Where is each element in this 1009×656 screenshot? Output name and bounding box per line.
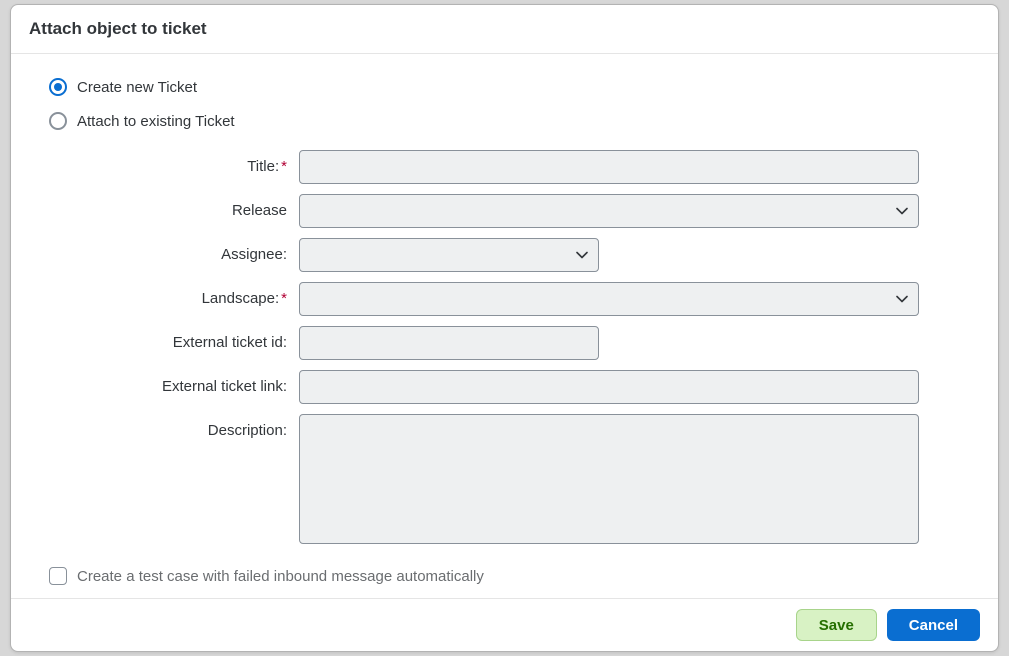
label-landscape-text: Landscape: bbox=[202, 290, 280, 307]
label-assignee: Assignee: bbox=[49, 238, 299, 263]
label-title-text: Title: bbox=[247, 158, 279, 175]
checkbox-auto-testcase-label: Create a test case with failed inbound m… bbox=[77, 568, 484, 585]
row-assignee: Assignee: bbox=[49, 238, 960, 272]
label-external-id: External ticket id: bbox=[49, 326, 299, 351]
release-select[interactable] bbox=[299, 194, 919, 228]
row-description: Description: bbox=[49, 414, 960, 547]
radio-button-icon bbox=[49, 112, 67, 130]
control-release bbox=[299, 194, 919, 228]
control-landscape bbox=[299, 282, 919, 316]
dialog-header: Attach object to ticket bbox=[11, 5, 998, 54]
label-description: Description: bbox=[49, 414, 299, 439]
dialog-body: Create new Ticket Attach to existing Tic… bbox=[11, 54, 998, 598]
row-title: Title:* bbox=[49, 150, 960, 184]
save-button-label: Save bbox=[819, 617, 854, 634]
checkbox-auto-testcase[interactable]: Create a test case with failed inbound m… bbox=[49, 567, 960, 585]
row-external-id: External ticket id: bbox=[49, 326, 960, 360]
external-link-input[interactable] bbox=[299, 370, 919, 404]
label-external-link: External ticket link: bbox=[49, 370, 299, 395]
row-external-link: External ticket link: bbox=[49, 370, 960, 404]
cancel-button-label: Cancel bbox=[909, 617, 958, 634]
assignee-select[interactable] bbox=[299, 238, 599, 272]
chevron-down-icon bbox=[576, 249, 588, 261]
radio-attach-existing-label: Attach to existing Ticket bbox=[77, 113, 235, 130]
attach-object-dialog: Attach object to ticket Create new Ticke… bbox=[10, 4, 999, 652]
label-release: Release bbox=[49, 194, 299, 219]
dialog-footer: Save Cancel bbox=[11, 598, 998, 651]
title-input[interactable] bbox=[299, 150, 919, 184]
control-description bbox=[299, 414, 919, 547]
landscape-select[interactable] bbox=[299, 282, 919, 316]
radio-create-new[interactable]: Create new Ticket bbox=[49, 78, 960, 96]
modal-backdrop: Attach object to ticket Create new Ticke… bbox=[0, 0, 1009, 656]
required-marker: * bbox=[281, 290, 287, 307]
dialog-title: Attach object to ticket bbox=[29, 19, 980, 39]
control-assignee bbox=[299, 238, 919, 272]
radio-button-icon bbox=[49, 78, 67, 96]
radio-dot-icon bbox=[54, 83, 62, 91]
label-title: Title:* bbox=[49, 150, 299, 175]
chevron-down-icon bbox=[896, 205, 908, 217]
external-id-input[interactable] bbox=[299, 326, 599, 360]
control-title bbox=[299, 150, 919, 184]
label-landscape: Landscape:* bbox=[49, 282, 299, 307]
row-release: Release bbox=[49, 194, 960, 228]
control-external-link bbox=[299, 370, 919, 404]
control-external-id bbox=[299, 326, 919, 360]
radio-attach-existing[interactable]: Attach to existing Ticket bbox=[49, 112, 960, 130]
save-button[interactable]: Save bbox=[796, 609, 877, 641]
cancel-button[interactable]: Cancel bbox=[887, 609, 980, 641]
description-textarea[interactable] bbox=[299, 414, 919, 544]
checkbox-icon bbox=[49, 567, 67, 585]
radio-create-new-label: Create new Ticket bbox=[77, 79, 197, 96]
required-marker: * bbox=[281, 158, 287, 175]
row-landscape: Landscape:* bbox=[49, 282, 960, 316]
form-grid: Title:* Release bbox=[49, 150, 960, 547]
chevron-down-icon bbox=[896, 293, 908, 305]
